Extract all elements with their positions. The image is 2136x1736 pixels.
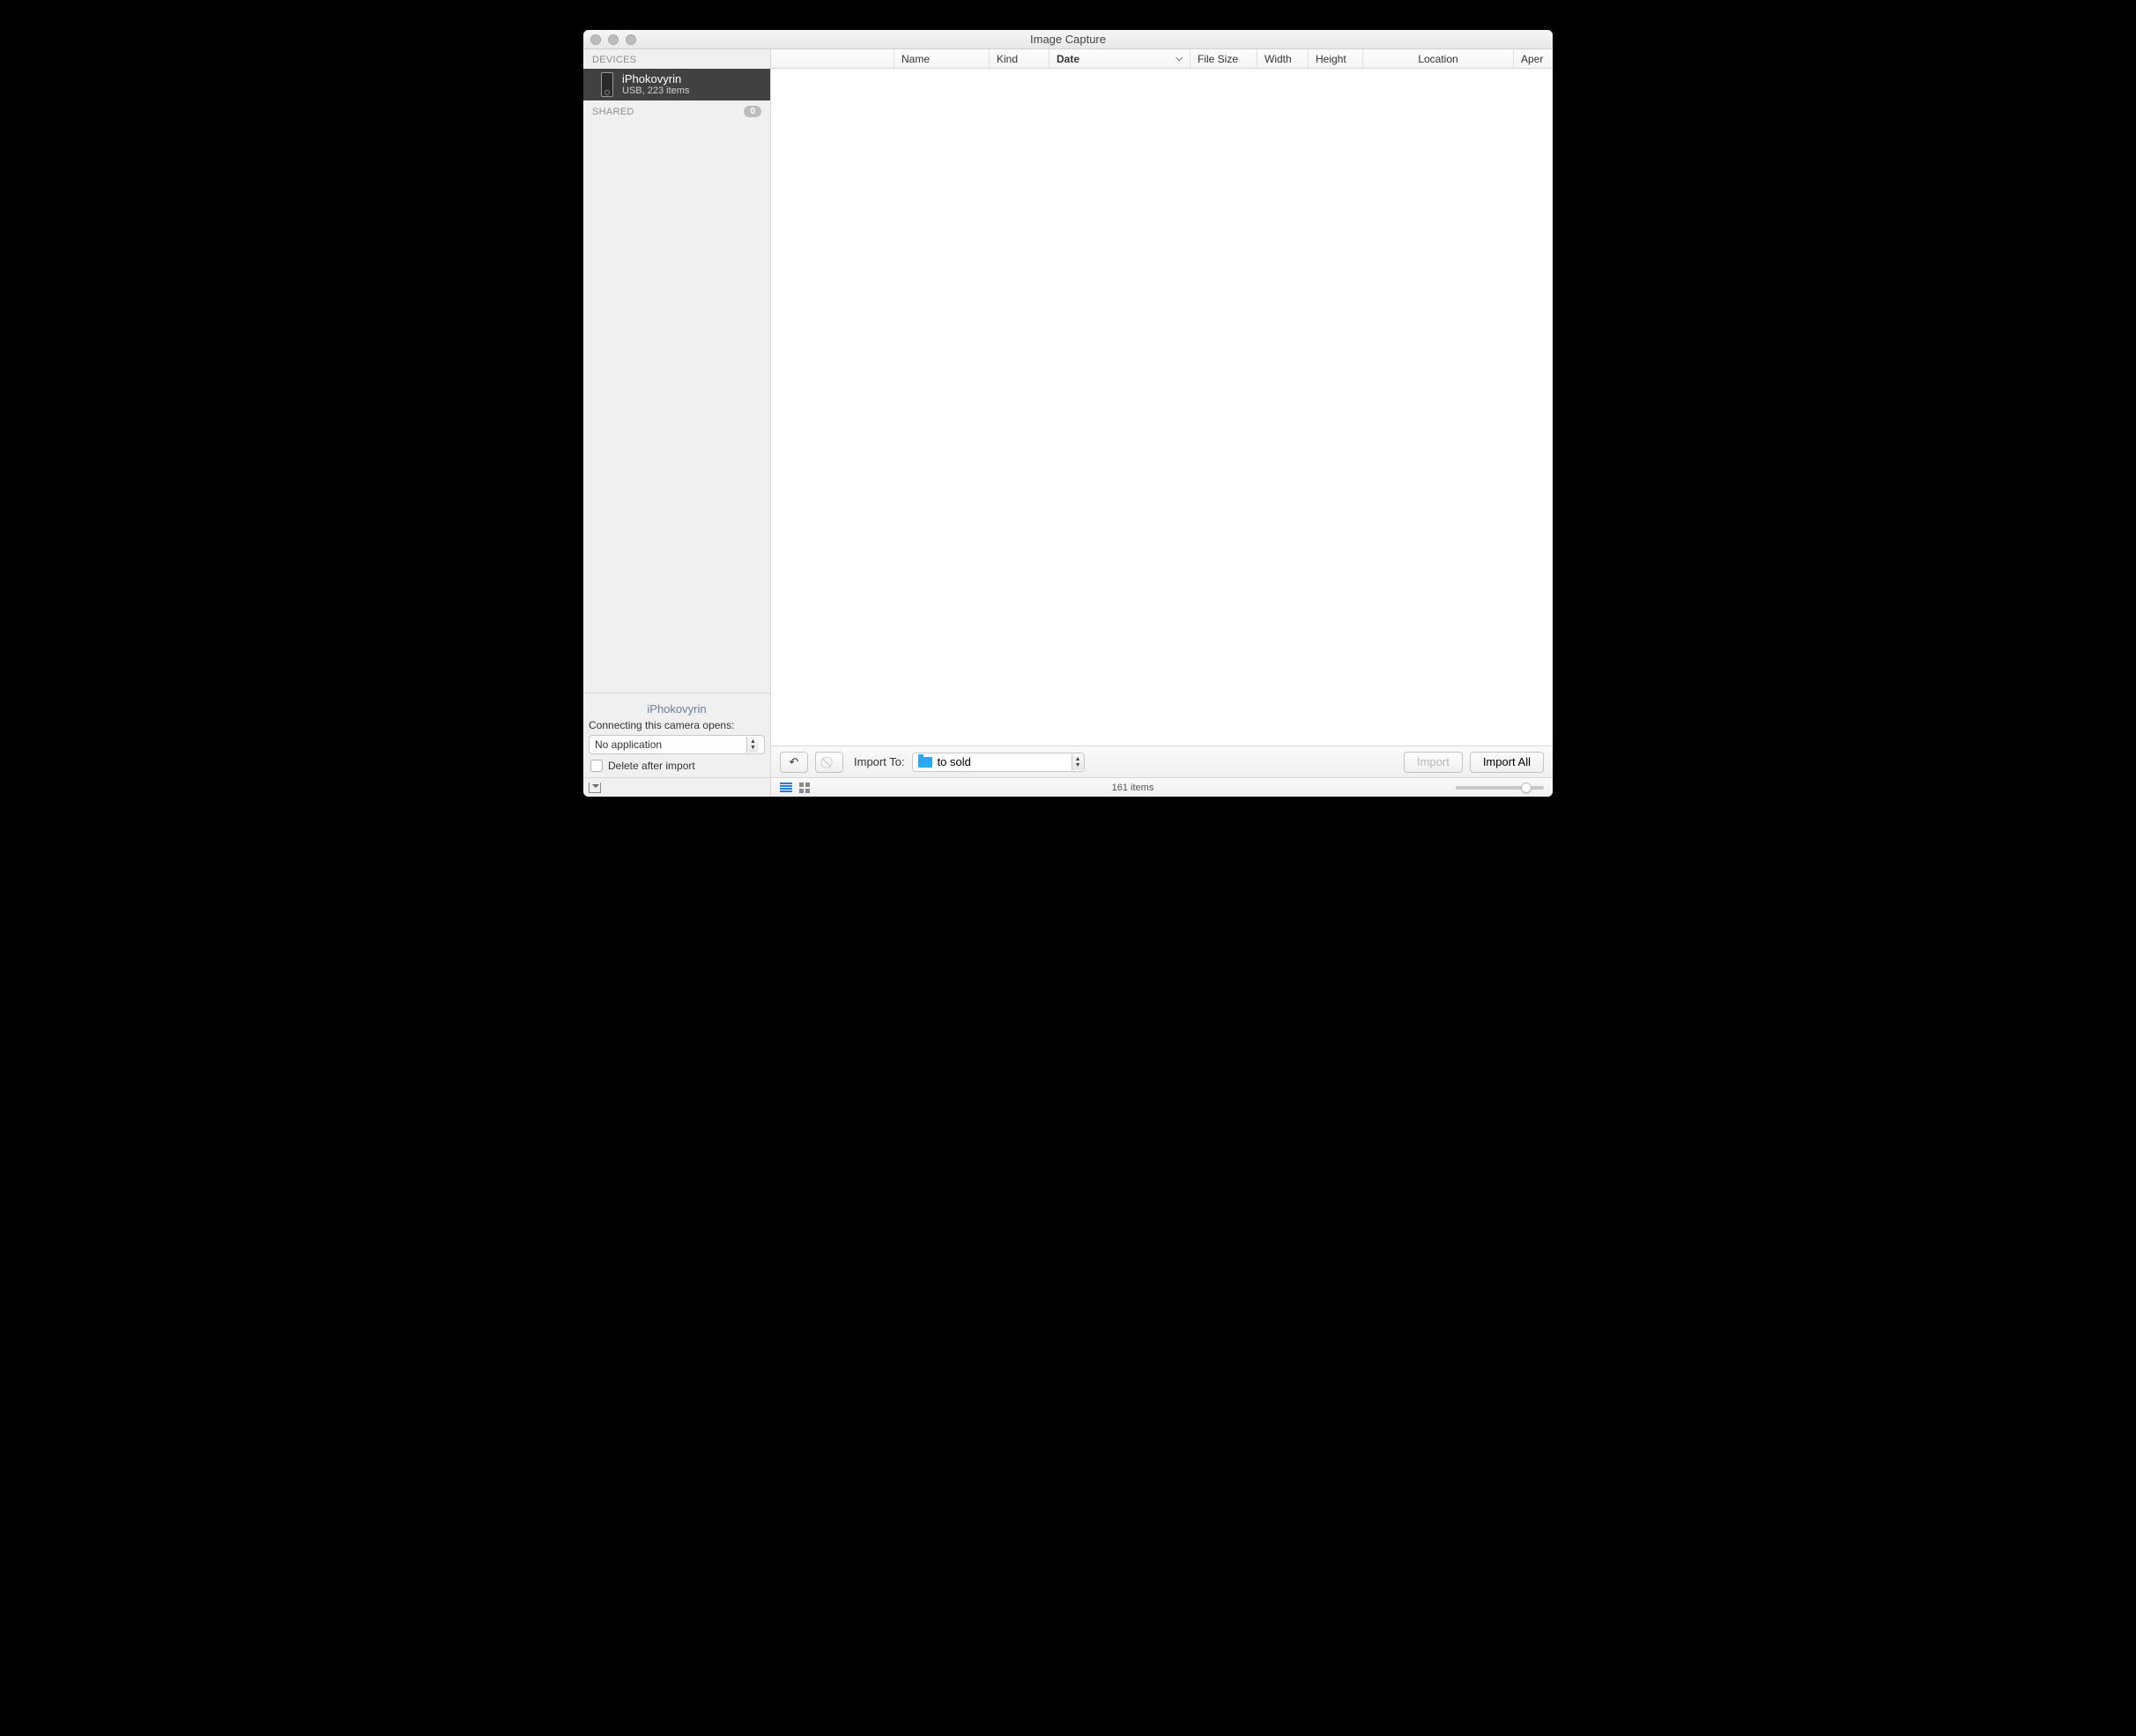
sidebar-section-devices: DEVICES xyxy=(583,49,770,69)
view-mode-switcher xyxy=(780,783,810,793)
column-location[interactable]: Location xyxy=(1363,49,1514,68)
sidebar: DEVICES iPhokovyrin USB, 223 items SHARE… xyxy=(583,49,771,797)
stepper-icon: ▲▼ xyxy=(1072,754,1084,770)
chevron-down-icon: ⌵ xyxy=(1176,54,1183,63)
import-all-button[interactable]: Import All xyxy=(1470,752,1544,773)
device-subtitle: USB, 223 items xyxy=(622,85,689,97)
import-destination-select[interactable]: to sold ▲▼ xyxy=(912,753,1085,772)
panel-toggle-icon[interactable] xyxy=(589,783,601,793)
phone-icon xyxy=(601,72,613,97)
column-thumbnail[interactable] xyxy=(771,49,894,68)
zoom-icon[interactable] xyxy=(626,34,636,45)
slider-knob[interactable] xyxy=(1521,783,1532,793)
sidebar-footer xyxy=(583,777,770,797)
connect-opens-label: Connecting this camera opens: xyxy=(589,717,765,735)
window-body: DEVICES iPhokovyrin USB, 223 items SHARE… xyxy=(583,49,1553,797)
main-area: Name Kind Date ⌵ File Size Width Height … xyxy=(771,49,1553,797)
selected-device-label: iPhokovyrin xyxy=(589,699,765,717)
sidebar-options-panel: iPhokovyrin Connecting this camera opens… xyxy=(583,693,770,777)
device-name: iPhokovyrin xyxy=(622,72,689,86)
close-icon[interactable] xyxy=(590,34,601,45)
traffic-lights xyxy=(590,34,636,45)
titlebar[interactable]: Image Capture xyxy=(583,30,1553,49)
app-window: Image Capture DEVICES iPhokovyrin USB, 2… xyxy=(583,30,1553,797)
column-date[interactable]: Date ⌵ xyxy=(1049,49,1190,68)
column-width[interactable]: Width xyxy=(1257,49,1309,68)
sidebar-spacer xyxy=(583,122,770,693)
shared-label: SHARED xyxy=(592,107,634,117)
folder-icon xyxy=(918,757,932,768)
open-with-value: No application xyxy=(595,738,662,751)
column-date-label: Date xyxy=(1057,53,1079,65)
bottom-toolbar: ↶ ⃠ Import To: to sold ▲▼ Import Import … xyxy=(771,746,1553,777)
grid-view-icon[interactable] xyxy=(799,783,810,793)
table-body[interactable] xyxy=(771,69,1553,746)
table-header: Name Kind Date ⌵ File Size Width Height … xyxy=(771,49,1553,69)
delete-after-import-label: Delete after import xyxy=(608,760,695,772)
open-with-select[interactable]: No application ▲▼ xyxy=(589,735,765,754)
device-info: iPhokovyrin USB, 223 items xyxy=(622,72,689,98)
rotate-button[interactable]: ↶ xyxy=(780,752,808,773)
column-height[interactable]: Height xyxy=(1309,49,1363,68)
column-file-size[interactable]: File Size xyxy=(1190,49,1257,68)
shared-count-badge: 0 xyxy=(744,106,761,117)
sidebar-device-item[interactable]: iPhokovyrin USB, 223 items xyxy=(583,69,770,100)
column-kind[interactable]: Kind xyxy=(990,49,1049,68)
status-bar: 161 items xyxy=(771,777,1553,797)
import-to-label: Import To: xyxy=(854,755,905,768)
list-view-icon[interactable] xyxy=(780,783,792,793)
import-destination-value: to sold xyxy=(938,755,1072,768)
sidebar-section-shared[interactable]: SHARED 0 xyxy=(583,100,770,122)
status-item-count: 161 items xyxy=(810,783,1456,793)
window-title: Image Capture xyxy=(583,33,1553,46)
column-name[interactable]: Name xyxy=(894,49,990,68)
import-button[interactable]: Import xyxy=(1404,752,1463,773)
checkbox-icon[interactable] xyxy=(590,760,603,772)
thumbnail-size-slider[interactable] xyxy=(1456,786,1544,790)
column-aperture[interactable]: Aper xyxy=(1514,49,1553,68)
delete-after-import-row[interactable]: Delete after import xyxy=(589,754,765,774)
prohibit-button[interactable]: ⃠ xyxy=(815,752,843,773)
stepper-icon: ▲▼ xyxy=(746,737,759,753)
minimize-icon[interactable] xyxy=(608,34,619,45)
